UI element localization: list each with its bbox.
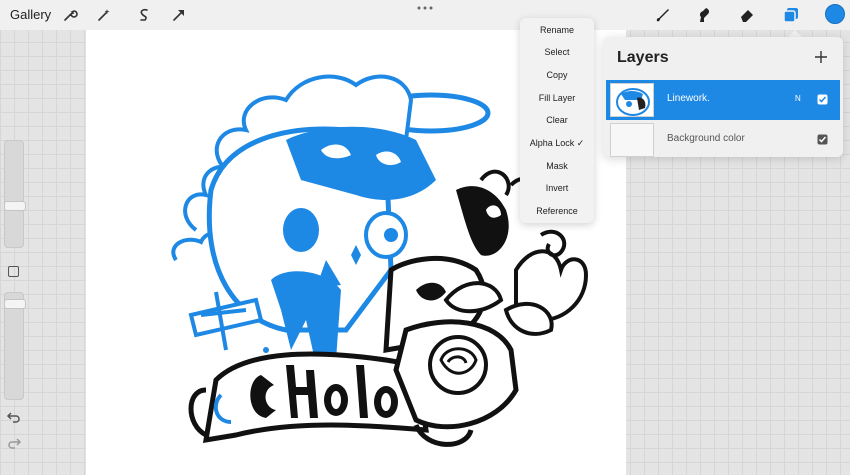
gallery-button[interactable]: Gallery <box>10 7 51 22</box>
undo-icon[interactable] <box>6 410 22 424</box>
menu-invert[interactable]: Invert <box>520 178 594 198</box>
menu-mask[interactable]: Mask <box>520 156 594 176</box>
color-swatch[interactable] <box>825 4 845 24</box>
wrench-icon[interactable] <box>58 3 82 27</box>
menu-alpha-lock[interactable]: Alpha Lock ✓ <box>520 133 594 153</box>
smudge-icon[interactable] <box>692 3 716 27</box>
menu-reference[interactable]: Reference <box>520 201 594 221</box>
layer-name: Linework. <box>667 93 710 104</box>
opacity-slider[interactable] <box>4 292 26 400</box>
layers-title: Layers <box>617 49 669 66</box>
layer-thumbnail <box>610 83 654 117</box>
layers-panel: Layers Linework. N Background color <box>603 37 843 157</box>
background-thumbnail <box>610 123 654 157</box>
layer-visibility-checkbox[interactable] <box>817 134 828 145</box>
plus-icon[interactable] <box>813 49 829 65</box>
blend-mode-button[interactable]: N <box>795 94 801 103</box>
brush-icon[interactable] <box>650 3 674 27</box>
redo-icon[interactable] <box>6 436 22 450</box>
layer-options-menu: Rename Select Copy Fill Layer Clear Alph… <box>520 18 594 223</box>
layers-icon[interactable] <box>779 3 803 27</box>
menu-copy[interactable]: Copy <box>520 65 594 85</box>
menu-clear[interactable]: Clear <box>520 110 594 130</box>
more-options-icon[interactable] <box>417 6 433 10</box>
brush-size-handle[interactable] <box>4 201 26 211</box>
top-toolbar: Gallery <box>0 0 850 30</box>
layer-name: Background color <box>667 133 745 144</box>
eraser-icon[interactable] <box>735 3 759 27</box>
transform-arrow-icon[interactable] <box>167 3 191 27</box>
left-sidebar <box>2 140 26 460</box>
brush-size-slider[interactable] <box>4 140 26 248</box>
menu-fill-layer[interactable]: Fill Layer <box>520 88 594 108</box>
opacity-handle[interactable] <box>4 299 26 309</box>
modify-button[interactable] <box>8 266 19 277</box>
layer-visibility-checkbox[interactable] <box>817 94 828 105</box>
menu-rename[interactable]: Rename <box>520 20 594 40</box>
layer-row-background[interactable]: Background color <box>606 120 840 160</box>
magic-wand-icon[interactable] <box>92 3 116 27</box>
layer-row-linework[interactable]: Linework. N <box>606 80 840 120</box>
selection-icon[interactable] <box>132 3 156 27</box>
menu-select[interactable]: Select <box>520 42 594 62</box>
